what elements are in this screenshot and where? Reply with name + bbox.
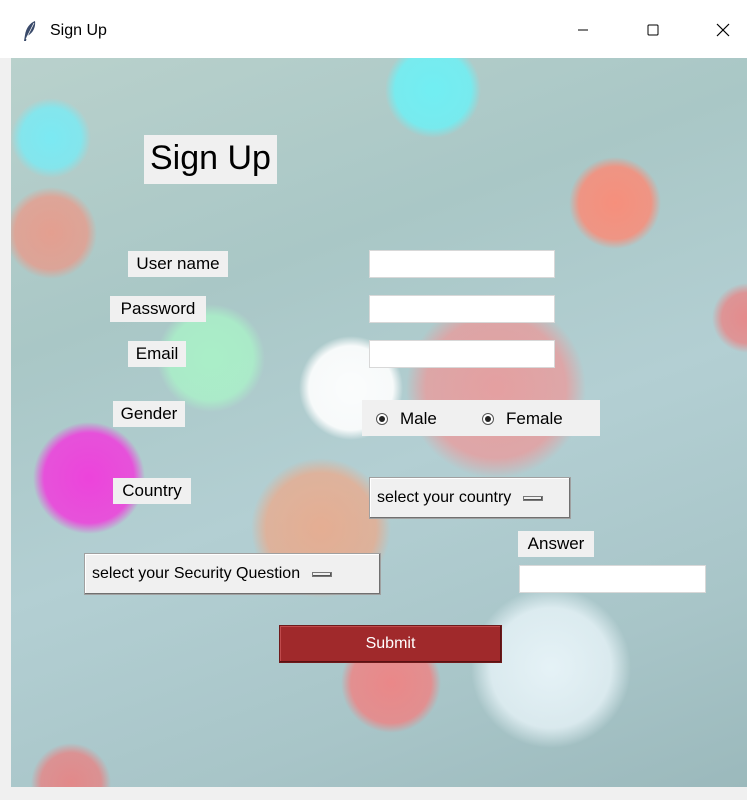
username-input[interactable]: [369, 250, 555, 278]
title-bar[interactable]: Sign Up: [0, 0, 747, 58]
country-selected-value: select your country: [377, 489, 512, 506]
dropdown-indicator-icon: [523, 495, 544, 501]
security-question-dropdown[interactable]: select your Security Question: [84, 553, 381, 595]
answer-label: Answer: [518, 531, 594, 557]
password-input[interactable]: [369, 295, 555, 323]
feather-icon: [22, 20, 38, 42]
maximize-icon: [647, 23, 659, 41]
gender-radio-group: Male Female: [362, 400, 600, 436]
gender-radio-male[interactable]: Male: [376, 409, 437, 429]
window-border-left: [0, 58, 11, 787]
page-title: Sign Up: [144, 135, 277, 184]
radio-selected-icon: [482, 413, 494, 425]
gender-radio-female[interactable]: Female: [482, 409, 563, 429]
submit-button[interactable]: Submit: [279, 625, 502, 663]
country-label: Country: [113, 478, 191, 504]
close-button[interactable]: [700, 16, 746, 48]
background-canvas: Sign Up User name Password Email Gender …: [11, 58, 747, 787]
gender-label: Gender: [113, 401, 185, 427]
email-input[interactable]: [369, 340, 555, 368]
minimize-icon: [577, 23, 589, 41]
signup-window: Sign Up Sign Up User name Password Email…: [0, 0, 747, 800]
close-icon: [716, 23, 730, 42]
dropdown-indicator-icon: [312, 571, 333, 577]
country-dropdown[interactable]: select your country: [369, 477, 571, 519]
radio-selected-icon: [376, 413, 388, 425]
window-title: Sign Up: [50, 22, 107, 39]
gender-option-label: Female: [506, 409, 563, 428]
security-question-selected-value: select your Security Question: [92, 565, 301, 582]
password-label: Password: [110, 296, 206, 322]
maximize-button[interactable]: [630, 16, 676, 48]
email-label: Email: [128, 341, 186, 367]
gender-option-label: Male: [400, 409, 437, 428]
username-label: User name: [128, 251, 228, 277]
answer-input[interactable]: [519, 565, 706, 593]
minimize-button[interactable]: [560, 16, 606, 48]
window-border-bottom: [0, 787, 747, 800]
